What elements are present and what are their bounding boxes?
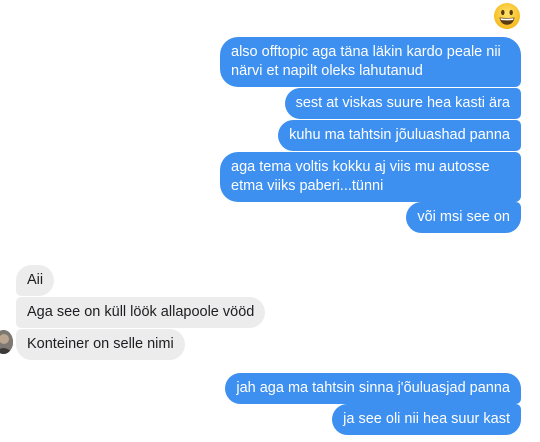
contact-avatar[interactable] <box>0 330 13 354</box>
outgoing-message-bubble[interactable]: also offtopic aga täna läkin kardo peale… <box>220 37 521 87</box>
contact-photo-icon <box>0 330 13 354</box>
outgoing-message-bubble[interactable]: ja see oli nii hea suur kast <box>332 404 521 435</box>
outgoing-message-bubble[interactable]: sest at viskas suure hea kasti ära <box>284 88 521 119</box>
outgoing-message-bubble[interactable]: kuhu ma tahtsin jõuluashad panna <box>278 120 521 151</box>
incoming-message-bubble[interactable]: Aga see on küll löök allapoole vööd <box>16 297 266 328</box>
outgoing-message-bubble[interactable]: aga tema voltis kokku aj viis mu autosse… <box>220 152 521 202</box>
grinning-face-emoji-icon <box>494 3 520 29</box>
incoming-message-bubble[interactable]: Konteiner on selle nimi <box>16 329 185 360</box>
incoming-message-bubble[interactable]: Aii <box>16 265 55 296</box>
outgoing-message-bubble[interactable]: või msi see on <box>406 202 521 233</box>
outgoing-message-bubble[interactable]: jah aga ma tahtsin sinna j'õuluasjad pan… <box>225 373 521 404</box>
